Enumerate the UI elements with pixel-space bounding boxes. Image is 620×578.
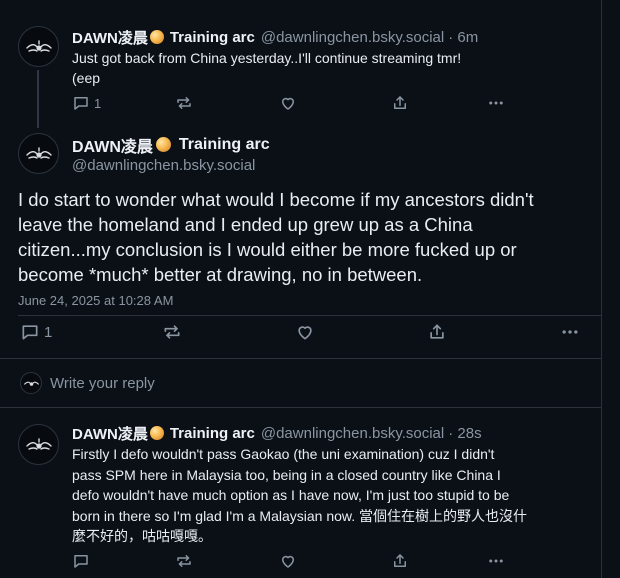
avatar[interactable] (18, 133, 59, 174)
post-text-line: (eep (72, 70, 101, 86)
display-name[interactable]: DAWN凌晨 (72, 423, 148, 444)
sun-emoji-icon (149, 426, 164, 440)
reply-button[interactable]: 1 (72, 94, 101, 112)
like-icon (282, 555, 294, 568)
repost-icon (177, 555, 191, 567)
post-text-line: born in there so I'm glad I'm a Malaysia… (72, 507, 528, 524)
divider (18, 315, 602, 316)
post-text: Just got back from China yesterday..I'll… (72, 48, 461, 88)
post-text-line: defo wouldn't have much option as I have… (72, 487, 510, 503)
like-button[interactable] (279, 552, 297, 570)
post-text: Firstly I defo wouldn't pass Gaokao (the… (72, 444, 527, 547)
display-name-suffix[interactable]: Training arc (170, 425, 255, 442)
like-icon (298, 326, 312, 340)
reply-icon (74, 555, 88, 568)
repost-icon (164, 325, 180, 339)
more-button[interactable] (560, 322, 580, 342)
avatar-logo-icon (23, 381, 39, 386)
display-name-suffix[interactable]: Training arc (179, 136, 270, 154)
post-timestamp[interactable]: June 24, 2025 at 10:28 AM (18, 293, 173, 308)
display-name[interactable]: DAWN凌晨 (72, 27, 148, 48)
post-text-line: become *much* better at drawing, no in b… (18, 264, 423, 285)
display-name[interactable]: DAWN凌晨 (72, 133, 153, 157)
repost-button[interactable] (162, 322, 182, 342)
reply-icon (22, 325, 38, 340)
post-time[interactable]: · 28s (448, 425, 481, 442)
avatar-logo-icon (25, 437, 52, 450)
sun-emoji-icon (149, 30, 164, 44)
sun-emoji-icon (155, 137, 171, 152)
more-icon (489, 559, 503, 563)
like-icon (282, 97, 294, 110)
handle[interactable]: @dawnlingchen.bsky.social (72, 157, 255, 174)
handle-line: @dawnlingchen.bsky.social (72, 156, 255, 175)
handle[interactable]: @dawnlingchen.bsky.social (261, 29, 444, 46)
reply-count: 1 (94, 95, 102, 111)
share-icon (394, 96, 406, 109)
share-button[interactable] (391, 552, 409, 570)
post-time[interactable]: · 6m (448, 29, 478, 46)
more-button[interactable] (487, 94, 505, 112)
post-text-line: leave the homeland and I ended up grew u… (18, 214, 473, 235)
reply-icon (74, 97, 88, 110)
display-name-suffix[interactable]: Training arc (170, 29, 255, 46)
post-text-line: I do start to wonder what would I become… (18, 189, 534, 210)
handle[interactable]: @dawnlingchen.bsky.social (261, 425, 444, 442)
avatar-logo-icon (25, 146, 52, 159)
divider (0, 407, 602, 408)
reply-button[interactable] (72, 552, 90, 570)
post-header: DAWN凌晨 Training arc @dawnlingchen.bsky.s… (72, 423, 482, 443)
thread-panel: DAWN凌晨 Training arc @dawnlingchen.bsky.s… (0, 0, 602, 578)
avatar-logo-icon (25, 39, 52, 52)
post-text-line: Just got back from China yesterday..I'll… (72, 50, 462, 66)
repost-button[interactable] (175, 94, 193, 112)
post-text: I do start to wonder what would I become… (18, 187, 534, 287)
thread-line (37, 70, 39, 128)
more-icon (562, 330, 578, 334)
post-text-line: 麼不好的，咕咕嘎嘎。 (72, 528, 212, 544)
reply-input-placeholder[interactable]: Write your reply (50, 375, 155, 392)
avatar (20, 372, 42, 394)
post-text-line: Firstly I defo wouldn't pass Gaokao (the… (72, 446, 495, 462)
avatar[interactable] (18, 424, 59, 465)
more-button[interactable] (487, 552, 505, 570)
share-button[interactable] (427, 322, 447, 342)
post-text-line: citizen...my conclusion is I would eithe… (18, 239, 517, 260)
reply-button[interactable]: 1 (20, 322, 52, 342)
share-icon (430, 324, 444, 339)
like-button[interactable] (295, 322, 315, 342)
avatar[interactable] (18, 26, 59, 67)
like-button[interactable] (279, 94, 297, 112)
repost-button[interactable] (175, 552, 193, 570)
share-button[interactable] (391, 94, 409, 112)
post-text-line: pass SPM here in Malaysia too, being in … (72, 466, 501, 483)
post-header: DAWN凌晨 Training arc (72, 133, 270, 157)
divider (0, 358, 602, 359)
share-icon (394, 554, 406, 567)
reply-count: 1 (44, 323, 53, 341)
post-header: DAWN凌晨 Training arc @dawnlingchen.bsky.s… (72, 27, 478, 47)
more-icon (489, 101, 503, 105)
repost-icon (177, 97, 191, 109)
